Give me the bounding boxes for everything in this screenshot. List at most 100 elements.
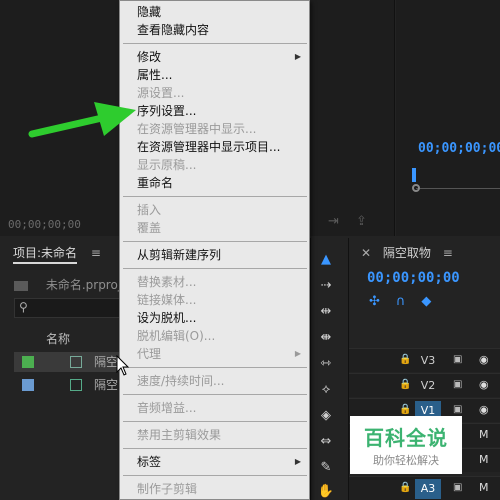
track-row-v3: 🔒 V3 ▣ ◉ <box>349 348 500 372</box>
menu-item-label: 设为脱机... <box>137 311 197 325</box>
label-color-swatch[interactable] <box>22 356 34 368</box>
sync-lock-icon[interactable]: ▣ <box>453 404 462 415</box>
selection-tool-icon[interactable]: ▲ <box>315 252 337 270</box>
menu-item-label: 音频增益... <box>137 401 197 415</box>
context-menu: 隐藏 查看隐藏内容 修改 ▶ 属性... 源设置... 序列设置... 在资源管理… <box>119 0 310 500</box>
eye-icon[interactable]: ◉ <box>479 403 489 416</box>
snap-icon[interactable]: ✣ <box>369 294 396 309</box>
timeline-tab[interactable]: ✕ 隔空取物 ≡ <box>361 244 453 261</box>
menu-item-label: 序列设置... <box>137 104 197 118</box>
ripple-edit-tool-icon[interactable]: ⇹ <box>315 304 337 322</box>
track-label[interactable]: A3 <box>415 479 441 499</box>
submenu-arrow-icon: ▶ <box>294 457 301 466</box>
menu-item-label-color[interactable]: 标签 ▶ <box>120 453 309 471</box>
add-marker-icon[interactable]: ◆ <box>421 294 447 309</box>
menu-item-audio-gain[interactable]: 音频增益... <box>120 399 309 417</box>
project-item-row[interactable]: 隔空 <box>14 352 124 372</box>
track-label[interactable]: V2 <box>415 376 441 396</box>
hand-tool-icon[interactable]: ✋ <box>315 484 337 500</box>
label-color-swatch[interactable] <box>22 379 34 391</box>
menu-item-reveal-in-explorer[interactable]: 在资源管理器中显示... <box>120 120 309 138</box>
menu-item-proxy[interactable]: 代理 ▶ <box>120 345 309 363</box>
lock-icon[interactable]: 🔒 <box>399 379 411 390</box>
menu-item-label: 脱机编辑(O)... <box>137 329 216 343</box>
menu-item-label: 修改 <box>137 50 162 64</box>
scrub-bar[interactable] <box>416 188 500 189</box>
menu-item-insert[interactable]: 插入 <box>120 201 309 219</box>
menu-item-rename[interactable]: 重命名 <box>120 174 309 192</box>
menu-item-new-sequence-from-clip[interactable]: 从剪辑新建序列 <box>120 246 309 264</box>
mute-icon[interactable]: M <box>479 453 489 466</box>
watermark-subtitle: 助你轻松解决 <box>373 454 439 467</box>
panel-menu-icon[interactable]: ≡ <box>91 246 101 260</box>
export-frame-icon[interactable]: ⇪ <box>356 214 367 229</box>
menu-item-disable-master-clip-effects[interactable]: 禁用主剪辑效果 <box>120 426 309 444</box>
menu-item-source-settings[interactable]: 源设置... <box>120 84 309 102</box>
track-row-v2: 🔒 V2 ▣ ◉ <box>349 373 500 397</box>
sync-lock-icon[interactable]: ▣ <box>453 354 462 365</box>
lock-icon[interactable]: 🔒 <box>399 404 411 415</box>
project-tab[interactable]: 项目:未命名 ≡ <box>13 244 101 264</box>
menu-item-edit-offline[interactable]: 脱机编辑(O)... <box>120 327 309 345</box>
menu-separator <box>123 196 307 197</box>
menu-item-label: 制作子剪辑 <box>137 482 198 496</box>
menu-item-view-hidden[interactable]: 查看隐藏内容 <box>120 21 309 39</box>
menu-item-label: 从剪辑新建序列 <box>137 248 222 262</box>
menu-item-hide[interactable]: 隐藏 <box>120 3 309 21</box>
menu-item-label: 在资源管理器中显示... <box>137 122 257 136</box>
rate-stretch-tool-icon[interactable]: ⇿ <box>315 356 337 374</box>
menu-item-make-offline[interactable]: 设为脱机... <box>120 309 309 327</box>
menu-item-properties[interactable]: 属性... <box>120 66 309 84</box>
project-search-input[interactable]: ⚲ <box>14 298 124 318</box>
program-timecode[interactable]: 00;00;00;00 <box>418 141 500 156</box>
menu-item-label: 属性... <box>137 68 173 82</box>
folder-icon <box>14 280 28 291</box>
lock-icon[interactable]: 🔒 <box>399 354 411 365</box>
playhead-marker[interactable] <box>412 168 416 182</box>
mute-icon[interactable]: M <box>479 481 489 494</box>
close-tab-icon[interactable]: ✕ <box>361 246 371 260</box>
menu-item-replace-footage[interactable]: 替换素材... <box>120 273 309 291</box>
menu-item-make-subclip[interactable]: 制作子剪辑 <box>120 480 309 498</box>
track-select-tool-icon[interactable]: ⇢ <box>315 278 337 296</box>
source-timecode[interactable]: 00;00;00;00 <box>8 218 81 231</box>
column-name-label: 名称 <box>46 332 71 346</box>
timeline-timecode[interactable]: 00;00;00;00 <box>367 270 460 286</box>
menu-item-speed-duration[interactable]: 速度/持续时间... <box>120 372 309 390</box>
sync-lock-icon[interactable]: ▣ <box>453 482 462 493</box>
panel-menu-icon[interactable]: ≡ <box>443 246 453 260</box>
column-header-name[interactable]: 名称 <box>14 330 124 348</box>
menu-item-link-media[interactable]: 链接媒体... <box>120 291 309 309</box>
menu-item-overwrite[interactable]: 覆盖 <box>120 219 309 237</box>
slide-tool-icon[interactable]: ⇔ <box>315 434 337 452</box>
menu-item-show-original[interactable]: 显示原稿... <box>120 156 309 174</box>
razor-tool-icon[interactable]: ⟡ <box>315 382 337 400</box>
menu-item-label: 覆盖 <box>137 221 162 235</box>
menu-item-reveal-project-in-explorer[interactable]: 在资源管理器中显示项目... <box>120 138 309 156</box>
scrub-handle-icon[interactable] <box>412 184 420 192</box>
menu-item-sequence-settings[interactable]: 序列设置... <box>120 102 309 120</box>
linked-selection-icon[interactable]: ∩ <box>396 294 422 309</box>
submenu-arrow-icon: ▶ <box>294 52 301 61</box>
timeline-tab-title[interactable]: 隔空取物 <box>383 246 431 260</box>
program-monitor-panel: 00;00;00;00 <box>396 0 500 236</box>
eye-icon[interactable]: ◉ <box>479 378 489 391</box>
mouse-cursor-icon <box>116 355 130 376</box>
pen-tool-icon[interactable]: ✎ <box>315 460 337 478</box>
track-label[interactable]: V3 <box>415 351 441 371</box>
project-item-row[interactable]: 隔空 <box>14 375 124 395</box>
insert-clip-icon[interactable]: ⇥ <box>328 214 339 229</box>
sync-lock-icon[interactable]: ▣ <box>453 379 462 390</box>
menu-item-modify[interactable]: 修改 ▶ <box>120 48 309 66</box>
mute-icon[interactable]: M <box>479 428 489 441</box>
lock-icon[interactable]: 🔒 <box>399 482 411 493</box>
slip-tool-icon[interactable]: ◈ <box>315 408 337 426</box>
menu-item-label: 插入 <box>137 203 162 217</box>
rolling-edit-tool-icon[interactable]: ⇼ <box>315 330 337 348</box>
menu-separator <box>123 367 307 368</box>
eye-icon[interactable]: ◉ <box>479 353 489 366</box>
menu-separator <box>123 241 307 242</box>
tools-panel: ▲ ⇢ ⇹ ⇼ ⇿ ⟡ ◈ ⇔ ✎ ✋ <box>310 238 348 500</box>
menu-item-label: 源设置... <box>137 86 185 100</box>
project-tab-title[interactable]: 项目:未命名 <box>13 246 78 264</box>
